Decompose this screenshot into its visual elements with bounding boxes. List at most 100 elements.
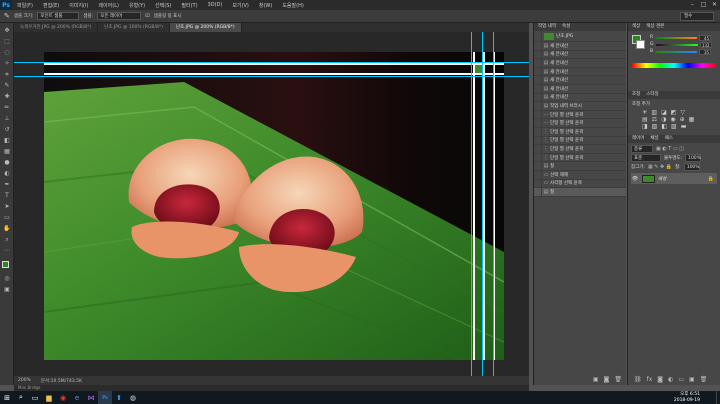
history-state[interactable]: ⋯ 단일 열 선택 윤곽 [534, 110, 626, 120]
shape-tool-icon[interactable]: ▭ [2, 214, 12, 222]
layer-kind-filter[interactable]: 종류 [631, 145, 653, 153]
history-brush-source-box[interactable] [534, 127, 542, 136]
history-state[interactable]: ⋮ 단일 열 선택 윤곽 [534, 136, 626, 146]
screen-mode-icon[interactable]: ▣ [2, 286, 12, 294]
threshold-icon[interactable]: ◧ [661, 123, 667, 130]
fill-value[interactable]: 100% [683, 163, 700, 171]
history-state[interactable]: ▤ 새 안내선 [534, 50, 626, 60]
history-state[interactable]: ⋮ 단일 열 선택 윤곽 [534, 153, 626, 163]
history-state[interactable]: ▤ 작업 내역 브러시 [534, 101, 626, 111]
menu-help[interactable]: 도움말(H) [277, 2, 308, 9]
link-layers-icon[interactable]: ⛓ [634, 376, 642, 383]
black-white-icon[interactable]: ◑ [661, 116, 666, 123]
edge-icon[interactable]: e [70, 391, 84, 404]
layer-row-background[interactable]: 👁 배경 🔒 [631, 173, 717, 184]
horizontal-guide[interactable] [14, 62, 529, 63]
color-spectrum-bar[interactable] [632, 63, 716, 68]
maximize-icon[interactable]: □ [698, 0, 709, 10]
path-select-icon[interactable]: ➤ [2, 203, 12, 211]
canvas-area[interactable] [14, 32, 529, 376]
tab-color[interactable]: 색상 [632, 23, 640, 31]
clock[interactable]: 오후 6:51 2018-09-19 [674, 392, 700, 403]
more-tools-icon[interactable]: ⋯ [2, 247, 12, 255]
tab-styles[interactable]: 스타일 [646, 91, 658, 99]
history-brush-source-box[interactable] [534, 162, 542, 171]
delete-layer-icon[interactable]: 🗑 [700, 376, 708, 383]
history-brush-source-box[interactable] [534, 110, 542, 119]
gradient-map-icon[interactable]: ▬ [681, 123, 687, 130]
blur-tool-icon[interactable]: ● [2, 159, 12, 167]
history-state[interactable]: ▤ 새 안내선 [534, 58, 626, 68]
sample-select[interactable]: 모든 레이어 [97, 12, 142, 20]
menu-filter[interactable]: 필터(T) [176, 2, 202, 9]
workspace-select[interactable]: 필수 [680, 12, 714, 21]
search-icon[interactable]: ⌕ [14, 391, 28, 404]
move-tool-icon[interactable]: ✥ [2, 27, 12, 35]
history-brush-source-box[interactable] [534, 41, 542, 50]
zoom-level[interactable]: 200% [18, 378, 31, 383]
history-brush-source-box[interactable] [534, 144, 542, 153]
opacity-value[interactable]: 100% [685, 154, 702, 162]
tab-layers[interactable]: 레이어 [632, 135, 644, 143]
lock-icons[interactable]: ▦ ✎ ✥ 🔒 [648, 164, 672, 170]
dodge-tool-icon[interactable]: ◐ [2, 170, 12, 178]
tab-document-2[interactable]: 난초.JPG @ 100% (RGB/8*) [98, 23, 170, 32]
marquee-tool-icon[interactable]: ⬚ [2, 38, 12, 46]
history-snapshot[interactable]: 난초.JPG [534, 30, 626, 42]
history-brush-source-box[interactable] [534, 101, 542, 110]
history-brush-source-box[interactable] [534, 187, 542, 196]
layer-style-icon[interactable]: fx [647, 376, 653, 383]
photo-filter-icon[interactable]: ◉ [670, 116, 675, 123]
green-slider[interactable] [655, 43, 698, 46]
menu-3d[interactable]: 3D(D) [203, 2, 228, 8]
history-state[interactable]: ▤ 칠 [534, 187, 626, 197]
adjustment-layer-icon[interactable]: ◐ [668, 376, 673, 383]
history-brush-source-box[interactable] [534, 93, 542, 102]
channel-mixer-icon[interactable]: ⊕ [680, 116, 685, 123]
windows-start-icon[interactable]: ⊞ [0, 391, 14, 404]
quick-select-tool-icon[interactable]: ✧ [2, 60, 12, 68]
menu-select[interactable]: 선택(S) [150, 2, 176, 9]
history-brush-source-box[interactable] [534, 84, 542, 93]
menu-file[interactable]: 파일(F) [12, 2, 38, 9]
layer-mask-icon[interactable]: ◙ [657, 376, 663, 383]
trash-icon[interactable]: 🗑 [614, 376, 622, 383]
history-state[interactable]: ⋮ 단일 열 선택 윤곽 [534, 144, 626, 154]
history-state[interactable]: ▤ 새 안내선 [534, 84, 626, 94]
history-brush-source-box[interactable] [534, 119, 542, 128]
history-brush-icon[interactable]: ↺ [2, 126, 12, 134]
history-state[interactable]: ▤ 새 안내선 [534, 93, 626, 103]
brightness-icon[interactable]: ☀ [642, 109, 647, 116]
camera-icon[interactable]: ◙ [604, 376, 610, 383]
clone-stamp-icon[interactable]: ⊥ [2, 115, 12, 123]
history-brush-source-box[interactable] [534, 179, 542, 188]
green-value[interactable]: 132 [699, 41, 712, 48]
media-taskbar-icon[interactable]: ◍ [126, 391, 140, 404]
history-state[interactable]: ▤ 칠 [534, 162, 626, 171]
blue-slider[interactable] [655, 50, 698, 53]
history-brush-source-box[interactable] [534, 153, 542, 162]
lasso-tool-icon[interactable]: ◌ [2, 49, 12, 57]
blend-mode-select[interactable]: 표준 [631, 154, 661, 162]
history-state[interactable]: ⋮ 단일 열 선택 윤곽 [534, 127, 626, 137]
history-brush-source-box[interactable] [534, 76, 542, 85]
vibrance-icon[interactable]: ▽ [680, 109, 685, 116]
history-brush-source-box[interactable] [534, 58, 542, 67]
minimize-icon[interactable]: – [687, 0, 698, 10]
history-state[interactable]: ▤ 새 안내선 [534, 76, 626, 85]
foreground-color-swatch[interactable] [2, 261, 9, 268]
vertical-guide[interactable] [493, 32, 494, 376]
history-brush-source-box[interactable] [534, 50, 542, 59]
crop-tool-icon[interactable]: ⌗ [2, 71, 12, 79]
close-icon[interactable]: ✕ [709, 0, 720, 10]
healing-brush-icon[interactable]: ✚ [2, 93, 12, 101]
show-desktop-button[interactable] [716, 391, 720, 404]
app-taskbar-icon[interactable]: ⬆ [112, 391, 126, 404]
new-layer-icon[interactable]: ▣ [689, 376, 695, 383]
tab-swatches[interactable]: 색상 견본 [646, 23, 664, 31]
new-document-from-state-icon[interactable]: ▣ [593, 376, 599, 383]
pen-tool-icon[interactable]: ✒ [2, 181, 12, 189]
type-tool-icon[interactable]: T [2, 192, 12, 200]
menu-view[interactable]: 보기(V) [227, 2, 254, 9]
history-state[interactable]: ▭ 사각형 선택 윤곽 [534, 179, 626, 189]
